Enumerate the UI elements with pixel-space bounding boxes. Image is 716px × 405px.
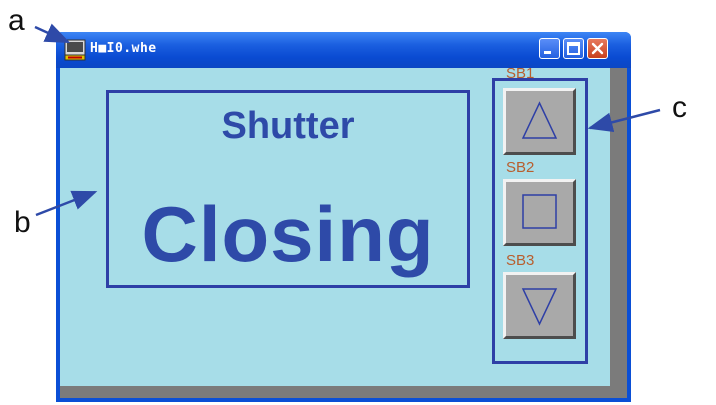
triangle-down-icon: [521, 288, 558, 326]
annotation-label-c: c: [672, 91, 687, 124]
sb1-label: SB1: [506, 65, 535, 82]
sb3-label: SB3: [506, 252, 535, 269]
display-line-shutter: Shutter: [221, 105, 355, 147]
sb2-stop-button[interactable]: [503, 179, 576, 246]
sb3-down-button[interactable]: [503, 272, 576, 339]
close-button[interactable]: [587, 38, 608, 59]
annotation-label-b: b: [14, 206, 31, 239]
close-icon: [591, 42, 604, 55]
window-title: H■I0.whe: [90, 41, 157, 56]
minimize-icon: [544, 51, 551, 54]
display-line-closing: Closing: [141, 190, 435, 278]
window-titlebar[interactable]: H■I0.whe: [56, 32, 631, 68]
sb2-label: SB2: [506, 159, 535, 176]
hmi-window: H■I0.whe Shutter Closing SB1 SB2 SB3: [56, 32, 631, 402]
maximize-button[interactable]: [563, 38, 584, 59]
button-panel: SB1 SB2 SB3: [492, 65, 588, 364]
maximize-icon: [567, 42, 580, 55]
hmi-app-icon[interactable]: [64, 39, 86, 61]
annotation-label-a: a: [8, 4, 25, 37]
window-client-area: Shutter Closing SB1 SB2 SB3: [60, 65, 627, 398]
right-border-strip: [610, 68, 627, 398]
status-display: Shutter Closing: [106, 90, 470, 288]
sb1-up-button[interactable]: [503, 88, 576, 155]
bottom-border-strip: [60, 386, 610, 398]
minimize-button[interactable]: [539, 38, 560, 59]
square-stop-icon: [522, 194, 557, 229]
triangle-up-icon: [521, 101, 558, 139]
